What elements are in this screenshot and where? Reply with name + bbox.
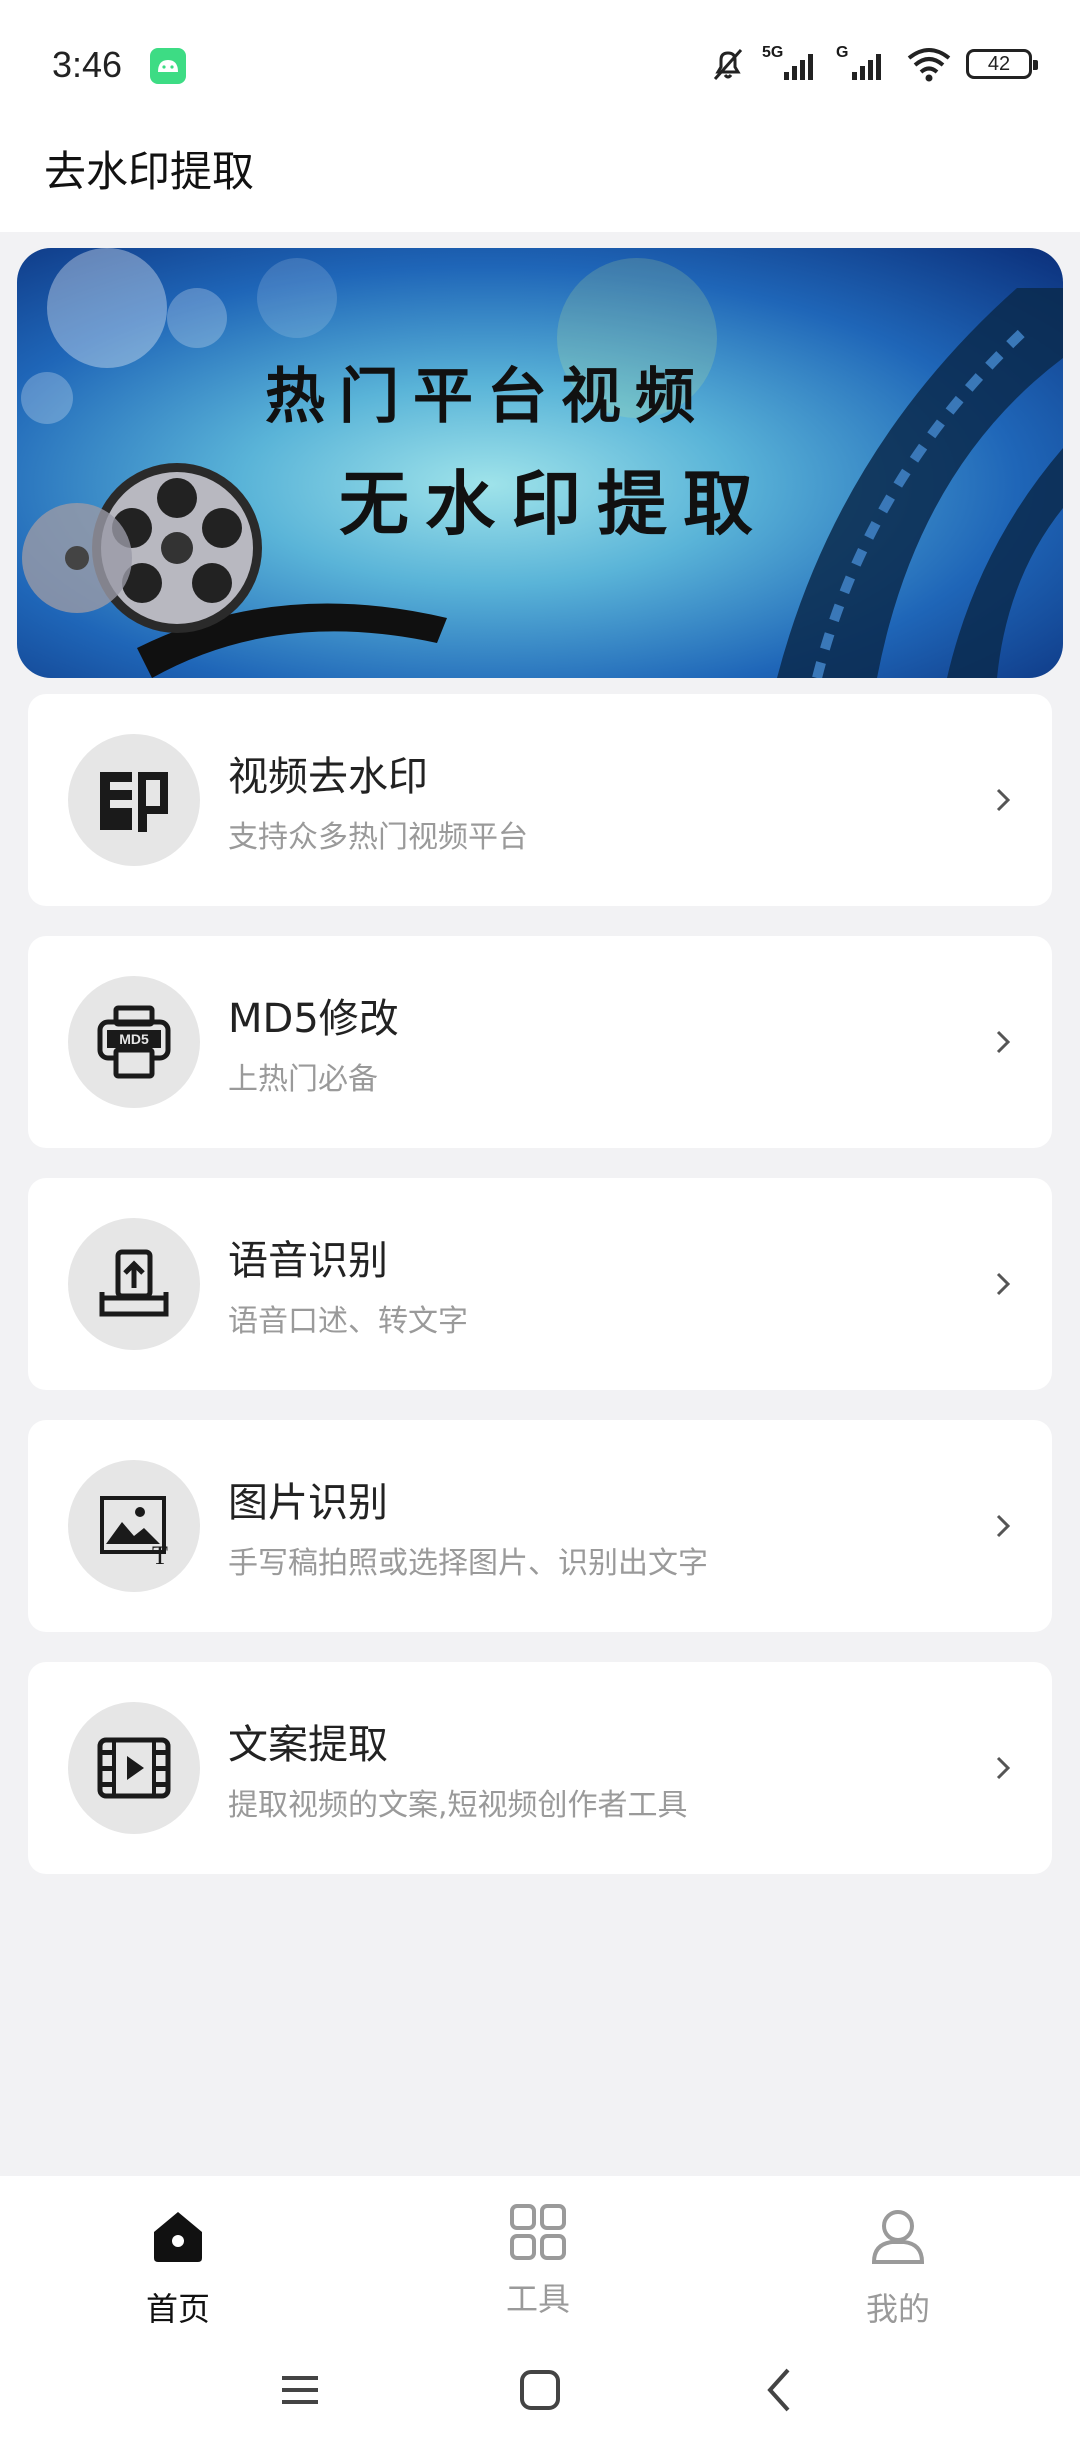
status-icons: 5G G 42 bbox=[708, 44, 1038, 84]
battery-level: 42 bbox=[987, 52, 1011, 75]
image-text-icon: T bbox=[100, 1496, 168, 1568]
nav-item-tools[interactable]: 工具 bbox=[438, 2196, 638, 2346]
image-icon-text: T bbox=[152, 1541, 168, 1568]
android-app-icon bbox=[150, 48, 186, 84]
chevron-right-icon bbox=[996, 1514, 1011, 1538]
signal-5g-icon: 5G bbox=[762, 44, 822, 84]
upload-tray-icon bbox=[99, 1249, 169, 1317]
back-icon[interactable] bbox=[750, 2360, 810, 2420]
seal-stamp-icon bbox=[100, 772, 168, 832]
card-md5-modify[interactable]: MD5 MD5修改 上热门必备 bbox=[28, 936, 1052, 1148]
md5-icon-text: MD5 bbox=[119, 1031, 149, 1047]
grid-icon bbox=[510, 2204, 566, 2260]
battery-icon: 42 bbox=[966, 49, 1038, 79]
card-subtitle: 语音口述、转文字 bbox=[228, 1304, 468, 1339]
card-title: 文案提取 bbox=[228, 1722, 388, 1768]
md5-printer-icon: MD5 bbox=[97, 1005, 171, 1079]
card-icon-circle: T bbox=[68, 1460, 200, 1592]
card-image-recognition[interactable]: T 图片识别 手写稿拍照或选择图片、识别出文字 bbox=[28, 1420, 1052, 1632]
app-bar: 去水印提取 bbox=[0, 120, 1080, 232]
user-icon bbox=[871, 2210, 925, 2264]
card-title: 图片识别 bbox=[228, 1480, 388, 1526]
home-icon bbox=[154, 2212, 202, 2262]
card-icon-circle bbox=[68, 1702, 200, 1834]
banner-headline: 热门平台视频 bbox=[265, 362, 709, 432]
card-video-watermark-removal[interactable]: 视频去水印 支持众多热门视频平台 bbox=[28, 694, 1052, 906]
card-subtitle: 手写稿拍照或选择图片、识别出文字 bbox=[228, 1546, 708, 1581]
nav-label-tools: 工具 bbox=[505, 2280, 570, 2318]
chevron-right-icon bbox=[996, 1272, 1011, 1296]
card-voice-recognition[interactable]: 语音识别 语音口述、转文字 bbox=[28, 1178, 1052, 1390]
nav-label-profile: 我的 bbox=[865, 2290, 930, 2328]
card-copy-extraction[interactable]: 文案提取 提取视频的文案,短视频创作者工具 bbox=[28, 1662, 1052, 1874]
nav-label-home: 首页 bbox=[145, 2290, 210, 2328]
home-square-icon[interactable] bbox=[510, 2360, 570, 2420]
card-icon-circle bbox=[68, 734, 200, 866]
signal-g-icon: G bbox=[836, 44, 892, 84]
wifi-icon bbox=[907, 48, 951, 82]
card-icon-circle bbox=[68, 1218, 200, 1350]
video-film-icon bbox=[97, 1737, 171, 1799]
status-time: 3:46 bbox=[52, 44, 123, 85]
card-title: 视频去水印 bbox=[228, 754, 428, 800]
status-bar: 3:46 5G G 42 bbox=[0, 0, 1080, 120]
mute-bell-icon bbox=[713, 48, 743, 81]
chevron-right-icon bbox=[996, 788, 1011, 812]
card-subtitle: 提取视频的文案,短视频创作者工具 bbox=[228, 1788, 688, 1823]
card-icon-circle: MD5 bbox=[68, 976, 200, 1108]
nav-item-home[interactable]: 首页 bbox=[78, 2196, 278, 2346]
card-subtitle: 上热门必备 bbox=[228, 1062, 378, 1097]
promo-banner[interactable]: 热门平台视频 无水印提取 bbox=[17, 248, 1063, 678]
chevron-right-icon bbox=[996, 1756, 1011, 1780]
menu-icon[interactable] bbox=[270, 2360, 330, 2420]
chevron-right-icon bbox=[996, 1030, 1011, 1054]
card-title: MD5修改 bbox=[228, 996, 399, 1042]
card-title: 语音识别 bbox=[228, 1238, 388, 1284]
page-title: 去水印提取 bbox=[44, 147, 255, 196]
card-subtitle: 支持众多热门视频平台 bbox=[228, 820, 528, 855]
nav-item-profile[interactable]: 我的 bbox=[798, 2196, 998, 2346]
banner-subheadline: 无水印提取 bbox=[339, 463, 769, 545]
